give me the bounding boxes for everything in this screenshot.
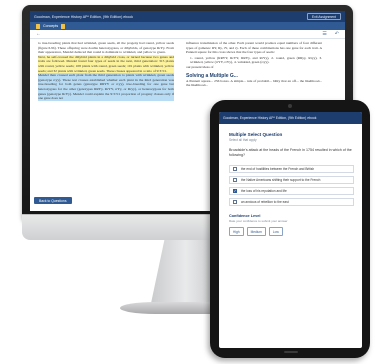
question-type-title: Multiple Select Question <box>229 132 283 137</box>
answer-option-label: the Native Americans shifting their supp… <box>241 178 321 183</box>
confidence-medium-button[interactable]: Medium <box>246 227 266 237</box>
paragraph: influence transmission of the other. Eac… <box>186 41 322 55</box>
page-column-right: influence transmission of the other. Eac… <box>186 41 322 88</box>
page-column-left: to true-breeding plants that had wrinkle… <box>38 41 174 101</box>
checkbox[interactable] <box>233 167 237 172</box>
answer-option[interactable]: ✓ the loss of his reputation and life <box>229 187 354 196</box>
menu-icon[interactable]: ☰ <box>322 31 326 37</box>
paragraph: to true-breeding plants that had wrinkle… <box>38 41 174 55</box>
question-instruction: Select all that apply <box>229 138 257 142</box>
reader-toolbar: ← ☰ ↶ <box>30 30 345 39</box>
exit-assignment-button[interactable]: Exit Assignment <box>306 13 341 20</box>
checkbox[interactable] <box>233 178 237 183</box>
back-to-questions-button[interactable]: Back to Questions <box>34 197 72 204</box>
arrow-left-icon[interactable]: ← <box>36 31 41 37</box>
confidence-buttons: High Medium Low <box>229 227 354 237</box>
checkbox-checked[interactable]: ✓ <box>233 189 237 194</box>
checkbox[interactable] <box>233 200 237 205</box>
answer-option-label: an anxious of rebellion to the east <box>241 200 289 205</box>
answer-option[interactable]: the Native Americans shifting their supp… <box>229 176 354 185</box>
bookmark-icon <box>61 23 66 29</box>
confidence-high-button[interactable]: High <box>229 227 244 237</box>
answer-option-label: the end of hostilities between the Frenc… <box>241 167 315 172</box>
highlighted-paragraph: Next, he self-crossed the dihybrid plant… <box>38 54 174 74</box>
confidence-title: Confidence Level <box>229 214 261 219</box>
camera-icon <box>288 104 292 108</box>
tab-concepts[interactable]: Concepts <box>43 24 58 28</box>
question-text: Broadside's attack at the heads of the F… <box>229 148 352 157</box>
bookmark-icon <box>36 23 40 29</box>
paragraph: our present ideas of <box>186 64 214 69</box>
answer-option[interactable]: the end of hostilities between the Frenc… <box>229 165 354 174</box>
highlighted-paragraph: Mendel then crossed each plant from the … <box>38 73 174 101</box>
share-icon[interactable]: ↶ <box>335 31 339 37</box>
app-title: Goodman, Experience History AP* Edition,… <box>223 116 317 120</box>
app-title: Goodman, Experience History AP* Edition,… <box>34 14 134 19</box>
tablet-app-header: Goodman, Experience History AP* Edition,… <box>219 112 362 124</box>
paragraph: A Punnett square... 256 boxes. A simple.… <box>186 78 322 88</box>
answer-option-label: the loss of his reputation and life <box>241 189 287 194</box>
answer-option[interactable]: an anxious of rebellion to the east <box>229 198 354 207</box>
tab-bar: Concepts <box>30 22 345 30</box>
app-header: Goodman, Experience History AP* Edition,… <box>30 11 345 22</box>
confidence-low-button[interactable]: Low <box>268 227 283 237</box>
seed-class-list: 1. round, yellow (RRYY, RrYY, RRYy, and … <box>190 55 322 65</box>
confidence-instruction: Rate your confidence to submit your answ… <box>229 219 288 224</box>
home-indicator <box>284 351 298 353</box>
question-panel: Multiple Select Question Select all that… <box>219 124 362 237</box>
tablet-screen: Goodman, Experience History AP* Edition,… <box>219 112 362 348</box>
